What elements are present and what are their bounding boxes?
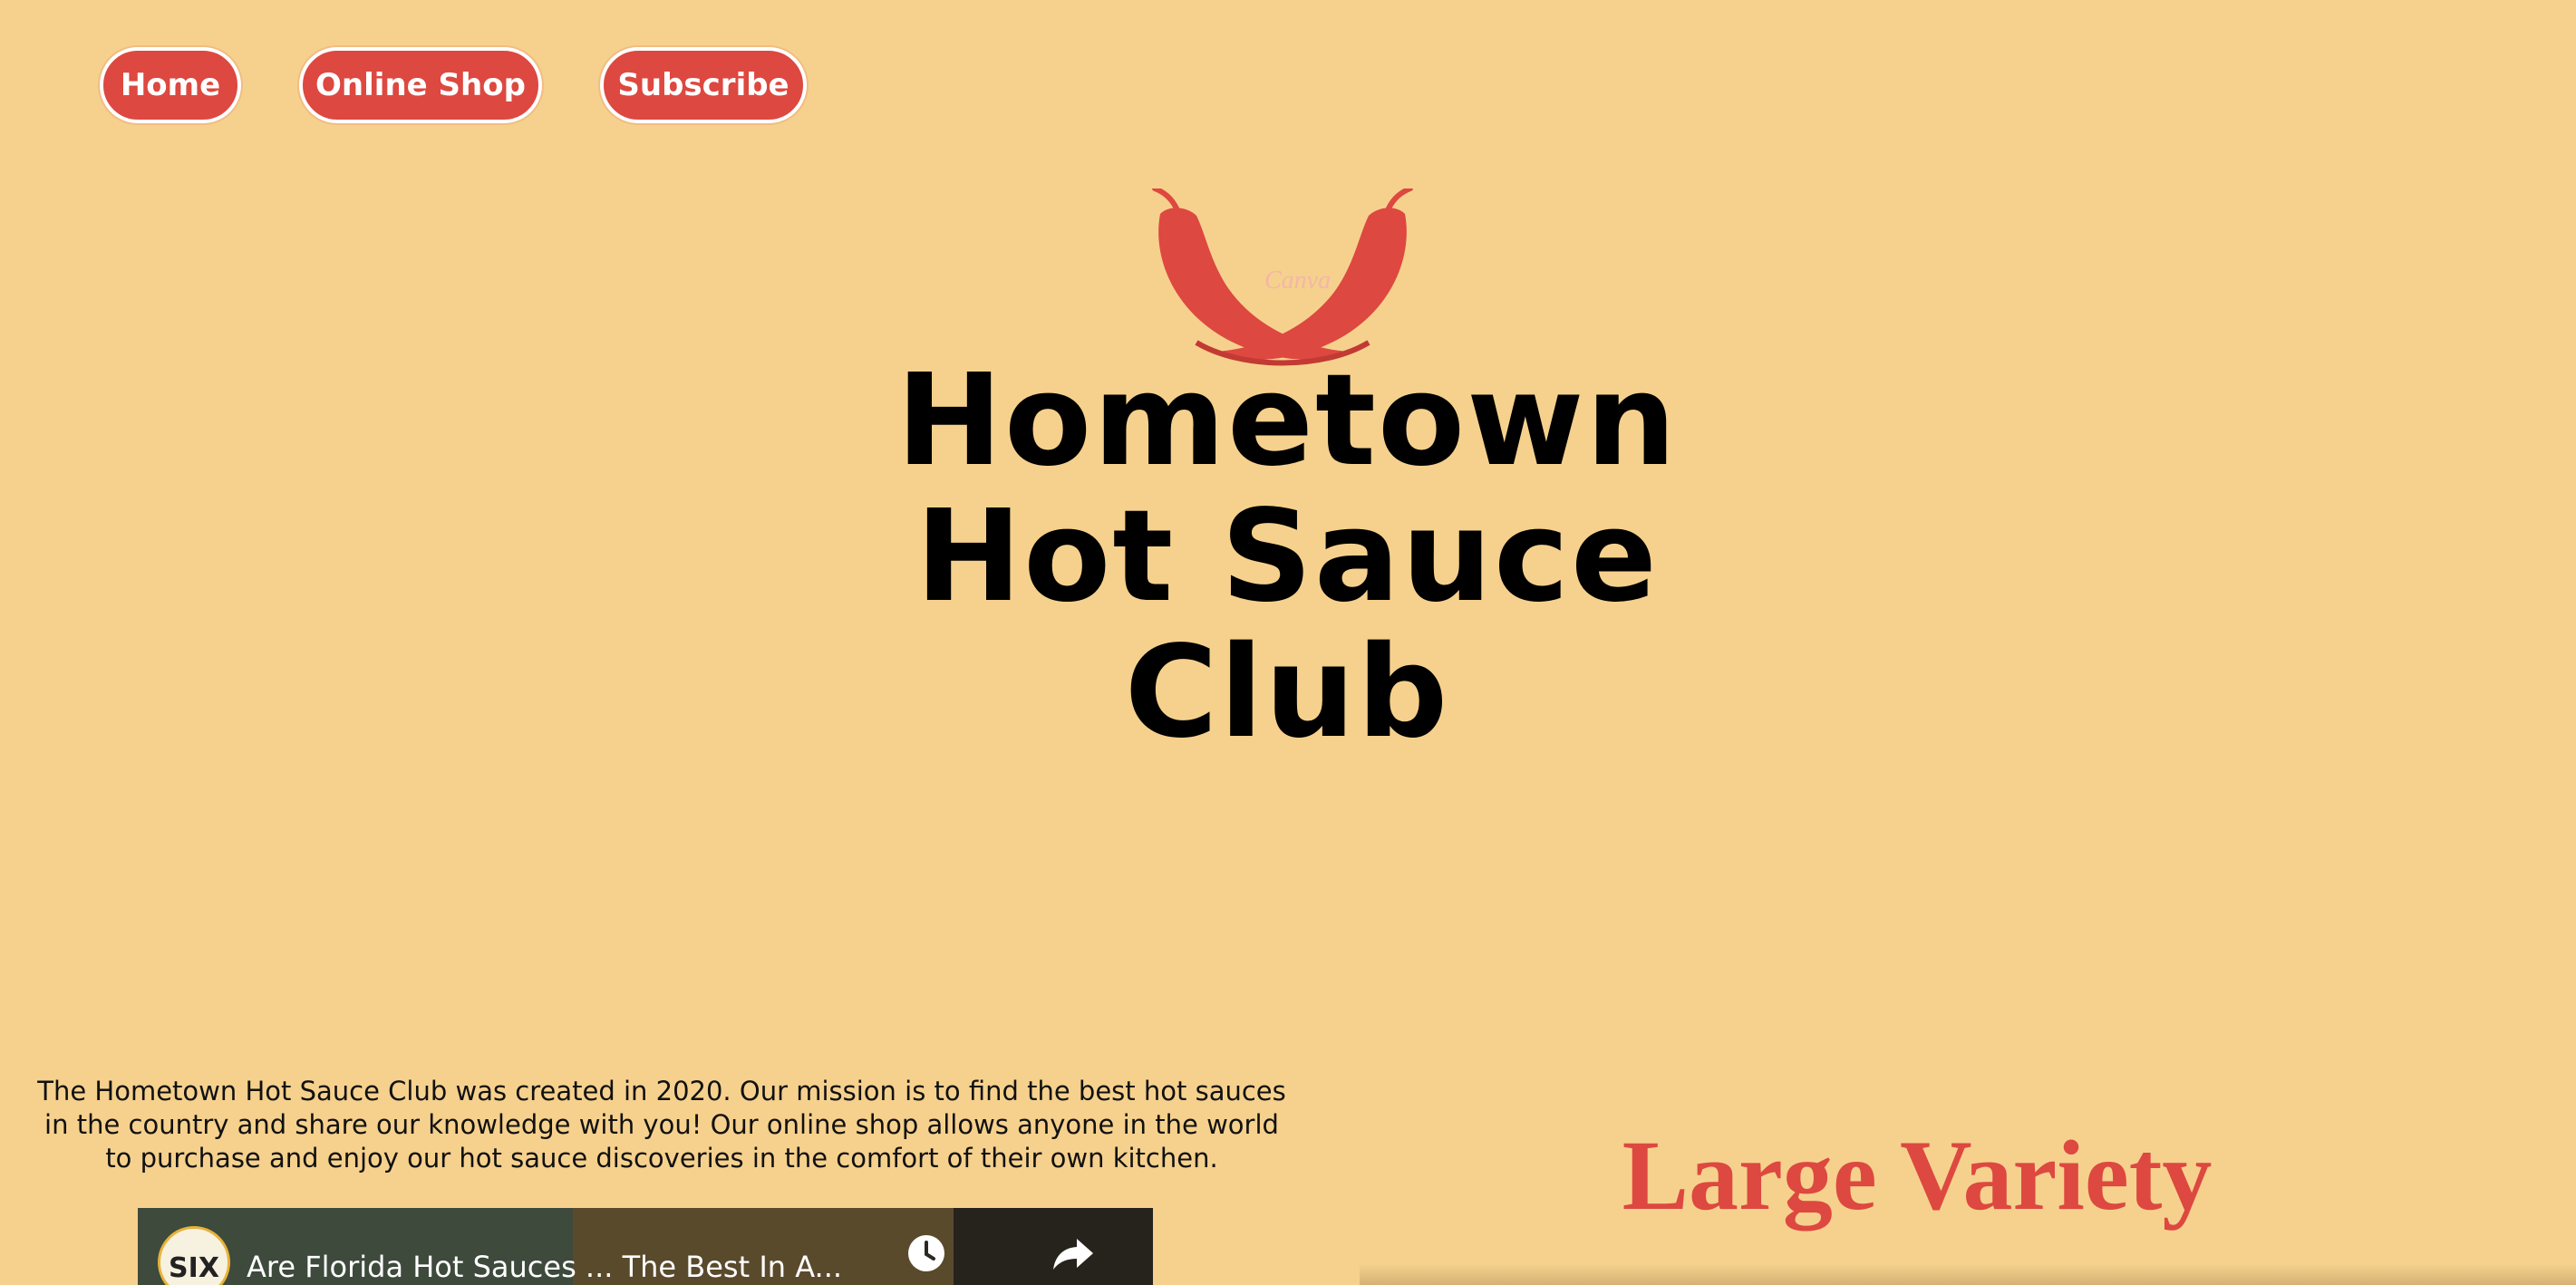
home-button[interactable]: Home (100, 47, 241, 123)
share-icon[interactable] (1051, 1235, 1095, 1271)
club-logo: Canva Hometown Hot Sauce Club (770, 172, 1804, 1042)
clock-icon[interactable] (906, 1233, 946, 1273)
logo-line-3: Club (1124, 619, 1450, 767)
subscribe-button[interactable]: Subscribe (600, 47, 807, 123)
section-heading: Large Variety (1622, 1120, 2213, 1231)
logo-line-2: Hot Sauce (915, 483, 1659, 631)
video-embed[interactable]: SIX Are Florida Hot Sauces ... The Best … (138, 1208, 1153, 1285)
section-divider (1360, 1264, 2576, 1285)
top-nav: Home Online Shop Subscribe (0, 0, 834, 145)
online-shop-button[interactable]: Online Shop (299, 47, 542, 123)
logo-line-1: Hometown (896, 347, 1679, 495)
chili-peppers-icon: Canva (1152, 188, 1413, 366)
video-title[interactable]: Are Florida Hot Sauces ... The Best In A… (247, 1250, 842, 1284)
mission-paragraph: The Hometown Hot Sauce Club was created … (37, 1076, 1286, 1174)
logo-title: Hometown Hot Sauce Club (770, 353, 1804, 761)
watermark-text: Canva (1264, 266, 1331, 295)
